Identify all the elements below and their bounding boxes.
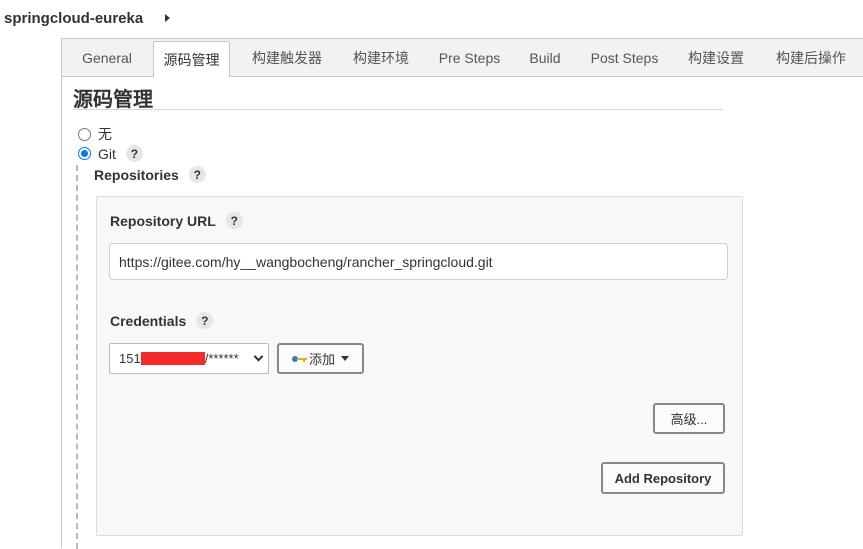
- radio-none-label: 无: [98, 126, 112, 142]
- tab-build[interactable]: Build: [518, 39, 572, 77]
- tab-build-environment[interactable]: 构建环境: [342, 39, 420, 77]
- repository-url-input[interactable]: https://gitee.com/hy__wangbocheng/ranche…: [109, 243, 728, 280]
- credentials-redaction-mark: [140, 352, 205, 365]
- breadcrumb-chevron-icon[interactable]: [165, 14, 171, 22]
- section-title: 源码管理: [73, 89, 153, 111]
- breadcrumb: springcloud-eureka: [0, 0, 863, 36]
- key-icon: [291, 354, 308, 364]
- tab-post-steps[interactable]: Post Steps: [584, 39, 665, 77]
- job-config-panel: General 源码管理 构建触发器 构建环境 Pre Steps Build …: [61, 38, 863, 549]
- repository-url-help-icon[interactable]: ?: [225, 212, 243, 229]
- radio-git[interactable]: [78, 147, 91, 160]
- scm-option-git[interactable]: Git ?: [78, 145, 143, 162]
- repositories-heading: Repositories ?: [94, 166, 206, 183]
- credentials-heading: Credentials ?: [110, 312, 214, 329]
- credentials-selected-prefix: 151: [119, 351, 141, 366]
- git-section-indent-line: [76, 165, 78, 549]
- git-help-icon[interactable]: ?: [125, 145, 143, 162]
- advanced-button[interactable]: 高级...: [653, 403, 725, 434]
- repository-url-heading: Repository URL ?: [110, 212, 243, 229]
- add-credentials-label: 添加: [308, 352, 335, 367]
- tab-build-settings[interactable]: 构建设置: [678, 39, 754, 77]
- breadcrumb-job-link[interactable]: springcloud-eureka: [4, 10, 143, 27]
- tab-general[interactable]: General: [74, 39, 140, 77]
- repository-panel: Repository URL ? https://gitee.com/hy__w…: [96, 196, 743, 536]
- add-repository-button[interactable]: Add Repository: [601, 462, 725, 494]
- tab-build-triggers[interactable]: 构建触发器: [242, 39, 332, 77]
- caret-down-icon: [341, 356, 349, 361]
- section-divider: [73, 109, 723, 110]
- credentials-label: Credentials: [110, 312, 187, 329]
- tab-source-code-management[interactable]: 源码管理: [153, 41, 230, 78]
- repository-url-label: Repository URL: [110, 212, 216, 229]
- repositories-help-icon[interactable]: ?: [188, 166, 206, 183]
- chevron-down-icon: [253, 351, 264, 362]
- config-tabbar: General 源码管理 构建触发器 构建环境 Pre Steps Build …: [62, 39, 863, 78]
- add-credentials-button[interactable]: 添加: [277, 343, 364, 374]
- repository-url-value: https://gitee.com/hy__wangbocheng/ranche…: [119, 253, 493, 270]
- credentials-selected-suffix: /******: [204, 351, 239, 366]
- tab-pre-steps[interactable]: Pre Steps: [432, 39, 507, 77]
- radio-git-label: Git: [98, 145, 116, 162]
- tab-post-build-actions[interactable]: 构建后操作: [766, 39, 856, 77]
- credentials-select[interactable]: 151 /******: [109, 343, 269, 374]
- scm-option-none[interactable]: 无: [78, 124, 112, 144]
- radio-none[interactable]: [78, 127, 91, 141]
- credentials-help-icon[interactable]: ?: [196, 312, 214, 329]
- repositories-label: Repositories: [94, 166, 179, 183]
